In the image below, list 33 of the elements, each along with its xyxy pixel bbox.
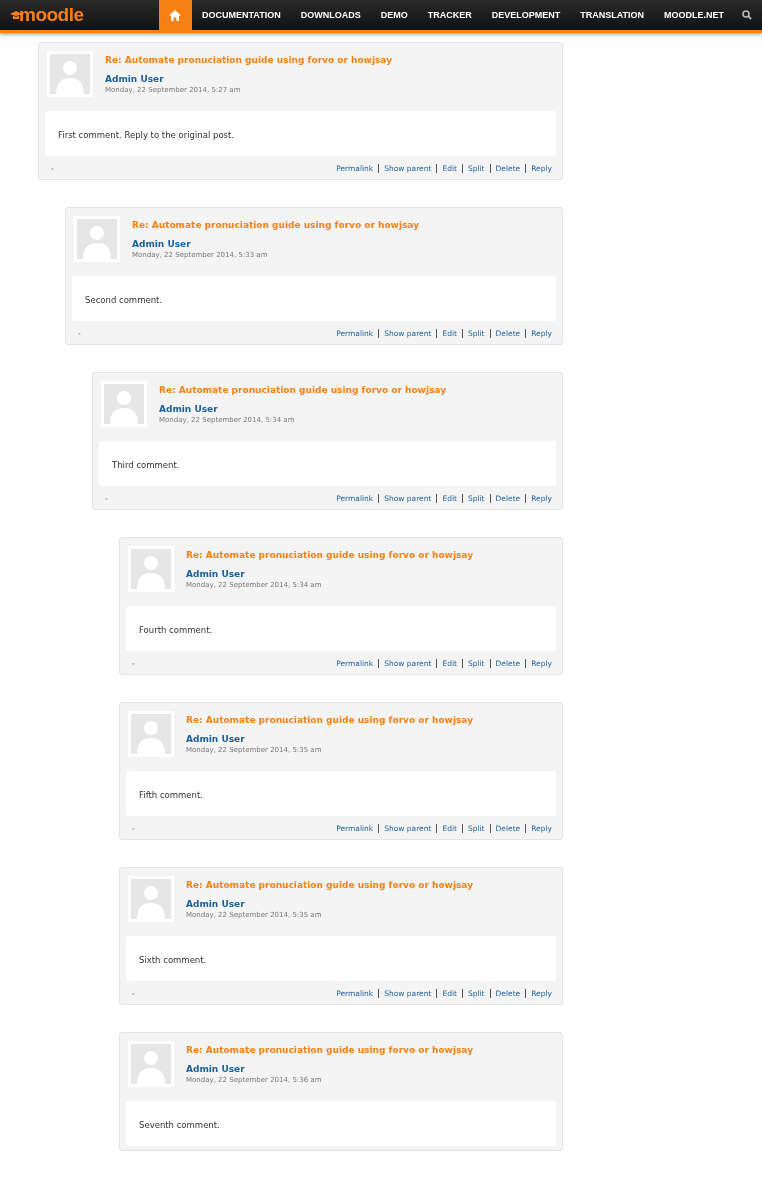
post-message: Second comment. — [72, 276, 556, 321]
author-link[interactable]: Admin User — [105, 74, 164, 84]
nav-tab[interactable]: DEMO — [370, 0, 418, 30]
author-link[interactable]: Admin User — [186, 899, 245, 909]
author-link[interactable]: Admin User — [132, 239, 191, 249]
avatar-icon — [47, 51, 93, 97]
search-icon — [742, 10, 752, 20]
nav-tab[interactable]: DEVELOPMENT — [481, 0, 571, 30]
avatar-icon — [74, 216, 120, 262]
avatar-icon — [128, 711, 174, 757]
hat-icon — [10, 11, 22, 21]
author-link[interactable]: Admin User — [159, 404, 218, 414]
post-message: Fourth comment. — [126, 606, 556, 651]
home-tab[interactable] — [159, 0, 192, 30]
avatar-icon — [128, 546, 174, 592]
nav-tab[interactable]: MOODLE.NET — [654, 0, 734, 30]
post-message: Sixth comment. — [126, 936, 556, 981]
author-link[interactable]: Admin User — [186, 1064, 245, 1074]
nav-tab[interactable]: DOWNLOADS — [290, 0, 371, 30]
author-link[interactable]: Admin User — [186, 569, 245, 579]
post-message: First comment. Reply to the original post. — [45, 111, 556, 156]
avatar-icon — [101, 381, 147, 427]
nav-tab[interactable]: DOCUMENTATION — [192, 0, 291, 30]
nav-tab[interactable]: TRANSLATION — [570, 0, 654, 30]
post-message: Seventh comment. — [126, 1101, 556, 1146]
nav-tab[interactable]: TRACKER — [417, 0, 482, 30]
moodle-logo[interactable]: moodle — [19, 4, 84, 26]
author-link[interactable]: Admin User — [186, 734, 245, 744]
home-icon — [169, 9, 181, 21]
avatar-icon — [128, 876, 174, 922]
post-message: Fifth comment. — [126, 771, 556, 816]
post-message: Third comment. — [99, 441, 556, 486]
avatar-icon — [128, 1041, 174, 1087]
